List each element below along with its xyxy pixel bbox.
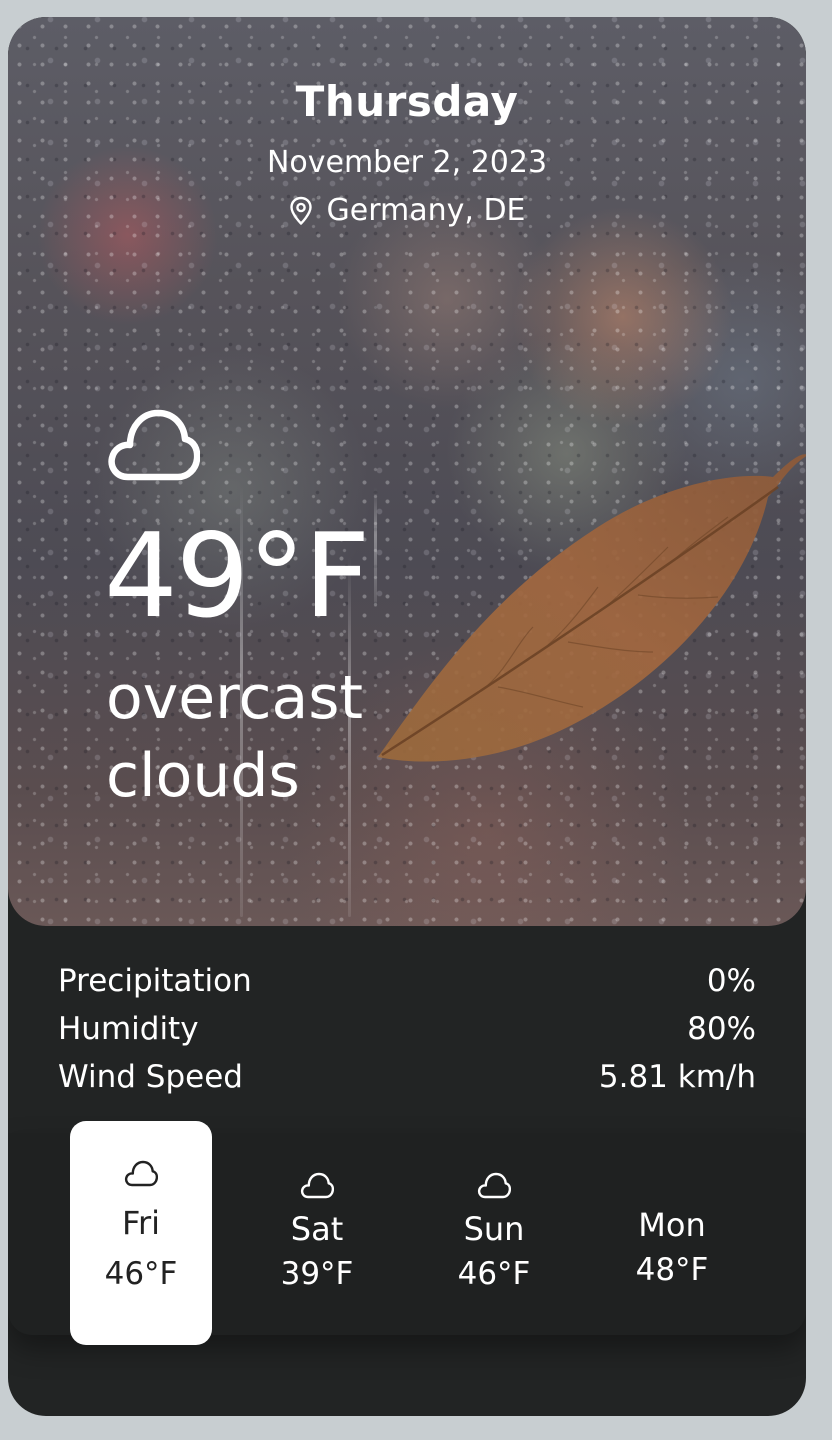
stat-value: 0%	[706, 963, 756, 999]
forecast-day-mon[interactable]: Mon 48°F	[601, 1133, 743, 1357]
forecast-day-label: Sun	[463, 1210, 525, 1248]
stat-row-wind-speed: Wind Speed 5.81 km/h	[58, 1053, 756, 1101]
stat-value: 80%	[687, 1011, 756, 1047]
location-label: Germany, DE	[326, 193, 526, 228]
cloud-icon	[477, 1172, 511, 1199]
weather-description: overcast clouds	[106, 663, 364, 811]
forecast-day-label: Sat	[290, 1210, 344, 1248]
stat-row-humidity: Humidity 80%	[58, 1005, 756, 1053]
location-row: Germany, DE	[8, 193, 806, 234]
forecast-day-sat[interactable]: Sat 39°F	[246, 1133, 388, 1357]
cloud-icon	[108, 409, 200, 481]
forecast-day-fri[interactable]: Fri 46°F	[70, 1121, 212, 1345]
current-temperature: 49°F	[104, 509, 370, 644]
forecast-temp: 48°F	[635, 1252, 709, 1288]
forecast-strip: Fri 46°F Sat 39°F Sun 46°F Mon 48°F	[8, 1121, 806, 1345]
forecast-temp: 46°F	[457, 1256, 531, 1292]
date-label: November 2, 2023	[266, 145, 548, 180]
forecast-temp: 39°F	[280, 1256, 354, 1292]
stat-label: Humidity	[58, 1011, 199, 1047]
location-pin-icon	[290, 196, 313, 225]
stat-label: Wind Speed	[58, 1059, 243, 1095]
forecast-day-label: Mon	[638, 1206, 706, 1244]
stat-label: Precipitation	[58, 963, 252, 999]
day-title: Thursday	[295, 77, 519, 126]
forecast-day-sun[interactable]: Sun 46°F	[423, 1133, 565, 1357]
stat-value: 5.81 km/h	[598, 1059, 756, 1095]
weather-card: Thursday November 2, 2023 Germany, DE 49…	[8, 17, 806, 1416]
stat-row-precipitation: Precipitation 0%	[58, 957, 756, 1005]
forecast-day-label: Fri	[121, 1204, 161, 1242]
cloud-icon	[300, 1172, 334, 1199]
cloud-icon	[124, 1160, 158, 1187]
forecast-temp: 46°F	[104, 1256, 178, 1292]
weather-stats: Precipitation 0% Humidity 80% Wind Speed…	[58, 957, 756, 1101]
